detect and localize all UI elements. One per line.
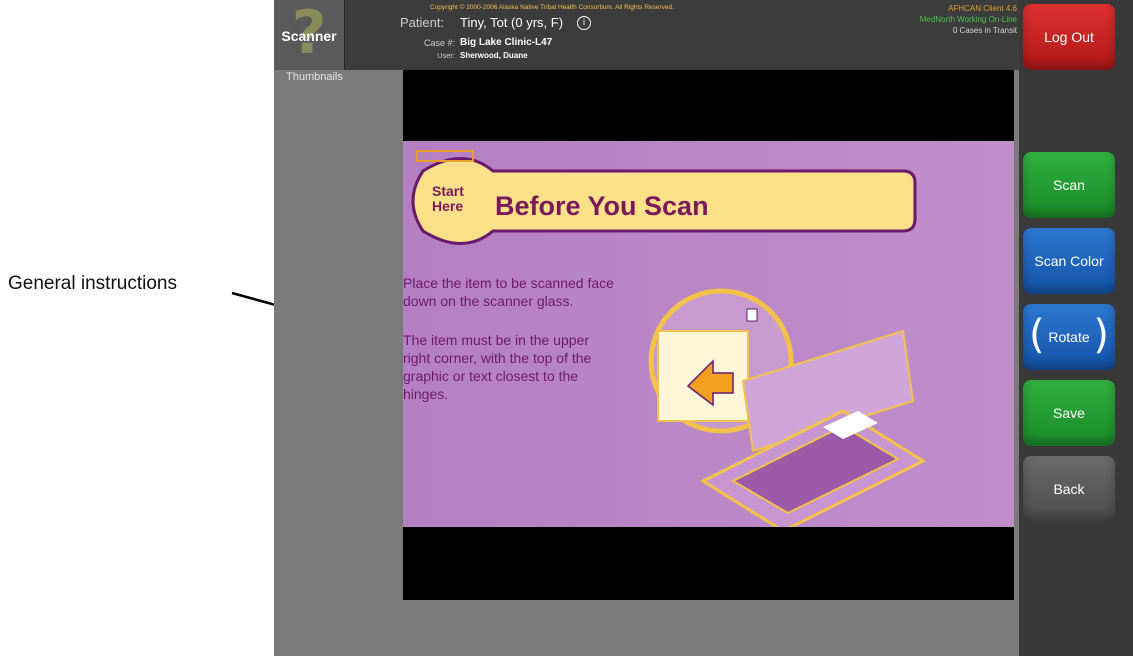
instruction-paragraph-1: Place the item to be scanned face down o… <box>403 275 614 309</box>
scanner-label: Scanner <box>281 28 337 44</box>
scan-color-button[interactable]: Scan Color <box>1023 228 1115 294</box>
rotate-button[interactable]: ( Rotate ) <box>1023 304 1115 370</box>
logout-button[interactable]: Log Out <box>1023 4 1115 70</box>
back-button[interactable]: Back <box>1023 456 1115 522</box>
rotate-label: Rotate <box>1048 329 1090 345</box>
app-window: ? Scanner Copyright © 2000-2006 Alaska N… <box>274 0 1019 656</box>
info-icon[interactable]: i <box>577 16 591 30</box>
case-label: Case #: <box>423 38 455 48</box>
instruction-paragraph-2: The item must be in the upper right corn… <box>403 332 592 402</box>
client-version: AFHCAN Client 4.6 <box>948 4 1017 13</box>
start-here-label: Start Here <box>432 183 464 214</box>
case-value: Big Lake Clinic-L47 <box>460 37 553 48</box>
slide-heading: Before You Scan <box>495 191 709 221</box>
transit-status: 0 Cases in Transit <box>952 26 1017 35</box>
corner-marker <box>746 308 758 322</box>
copyright-text: Copyright © 2000-2006 Alaska Native Trib… <box>430 4 674 11</box>
sidebar: Log Out Scan Scan Color ( Rotate ) Save … <box>1019 0 1133 656</box>
image-viewer: Start Here Before You Scan Place the ite… <box>403 70 1014 600</box>
rotate-right-icon: ) <box>1093 312 1109 358</box>
user-label: User: <box>437 51 455 60</box>
scan-button[interactable]: Scan <box>1023 152 1115 218</box>
user-value: Sherwood, Duane <box>460 51 528 60</box>
save-button[interactable]: Save <box>1023 380 1115 446</box>
patient-value: Tiny, Tot (0 yrs, F) <box>460 15 564 30</box>
thumbnails-label: Thumbnails <box>286 71 343 83</box>
rotate-left-icon: ( <box>1029 312 1045 358</box>
scanner-tab[interactable]: ? Scanner <box>274 0 345 70</box>
network-status: MedNorth Working On-Line <box>919 15 1017 24</box>
instruction-slide: Start Here Before You Scan Place the ite… <box>403 141 1014 527</box>
header-bar: ? Scanner Copyright © 2000-2006 Alaska N… <box>274 0 1019 70</box>
patient-label: Patient: <box>400 15 445 30</box>
